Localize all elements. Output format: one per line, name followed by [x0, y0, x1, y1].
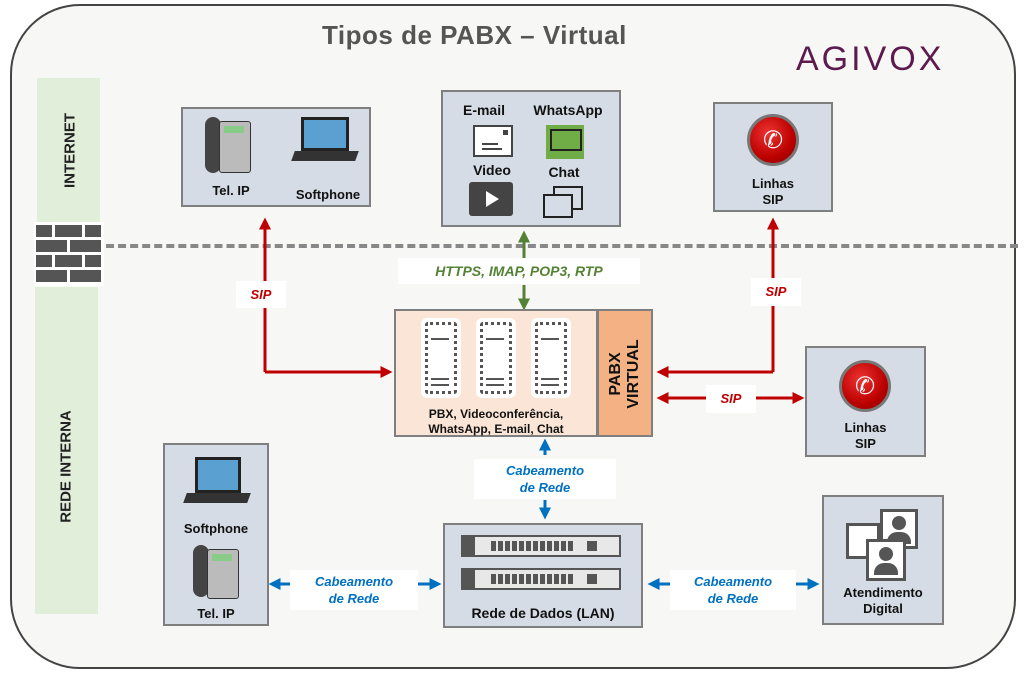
channels-box: E-mail WhatsApp Video Chat [441, 90, 621, 227]
softphone-label: Softphone [183, 521, 249, 536]
sip-lines-right-line1: Linhas [844, 420, 887, 435]
cabling-left-tag: Cabeamento de Rede [290, 570, 418, 610]
sip-right-tag: SIP [706, 385, 756, 413]
server-icon [476, 318, 516, 398]
email-icon [473, 125, 513, 157]
video-label: Video [473, 162, 511, 178]
cabling-right-tag: Cabeamento de Rede [670, 570, 796, 610]
digital-service-box: Atendimento Digital [822, 495, 944, 625]
cabling-left-line1: Cabeamento [314, 574, 394, 589]
digital-service-line2: Digital [863, 601, 903, 616]
ip-devices-internet-box: Tel. IP Softphone [181, 107, 371, 207]
phone-call-icon: ✆ [839, 360, 891, 412]
cabling-right-line1: Cabeamento [693, 574, 773, 589]
pabx-virtual-label-box: PABX VIRTUAL [597, 309, 653, 437]
cabling-top-line2: de Rede [519, 480, 571, 495]
lan-label: Rede de Dados (LAN) [471, 605, 615, 621]
sip-lines-right-label: Linhas SIP [807, 420, 924, 452]
sip-lines-label: Linhas SIP [715, 176, 831, 208]
ip-devices-internal-box: Softphone Tel. IP [163, 443, 269, 626]
ip-phone-label: Tel. IP [197, 606, 235, 621]
phone-call-icon: ✆ [747, 114, 799, 166]
laptop-softphone-icon [183, 457, 251, 509]
video-play-icon [469, 182, 513, 216]
ip-phone-icon [205, 117, 253, 175]
sip-lines-line2: SIP [762, 192, 784, 207]
ip-phone-label: Tel. IP [212, 183, 250, 198]
sip-left-tag: SIP [236, 281, 286, 308]
pabx-vertical-line1: PABX [607, 352, 624, 396]
cabling-right-line2: de Rede [707, 591, 759, 606]
pabx-virtual-box: PBX, Videoconferência, WhatsApp, E-mail,… [394, 309, 598, 437]
sip-top-right-tag: SIP [751, 278, 801, 306]
chat-label: Chat [548, 164, 580, 180]
contacts-icon [846, 509, 926, 581]
cabling-top-tag: Cabeamento de Rede [474, 459, 616, 499]
server-icon [421, 318, 461, 398]
network-switch-icon [461, 535, 621, 557]
pabx-services-label: PBX, Videoconferência, WhatsApp, E-mail,… [396, 407, 596, 437]
digital-service-label: Atendimento Digital [824, 585, 942, 617]
sip-lines-right-line2: SIP [855, 436, 876, 451]
sip-lines-internet-box: ✆ Linhas SIP [713, 102, 833, 212]
pabx-services-line2: WhatsApp, E-mail, Chat [428, 422, 564, 436]
laptop-softphone-icon [291, 117, 359, 169]
email-label: E-mail [462, 102, 505, 118]
digital-service-line1: Atendimento [843, 585, 923, 600]
lan-box: Rede de Dados (LAN) [443, 523, 643, 628]
protocols-tag: HTTPS, IMAP, POP3, RTP [398, 258, 640, 284]
chat-icon [543, 186, 583, 220]
pabx-vertical-line2: VIRTUAL [625, 339, 642, 409]
softphone-label: Softphone [295, 187, 361, 202]
pabx-services-line1: PBX, Videoconferência, [428, 407, 564, 421]
whatsapp-icon [546, 125, 584, 159]
sip-lines-line1: Linhas [752, 176, 794, 191]
whatsapp-label: WhatsApp [533, 102, 603, 118]
network-switch-icon [461, 568, 621, 590]
cabling-left-line2: de Rede [328, 591, 380, 606]
cabling-top-line1: Cabeamento [505, 463, 585, 478]
pabx-virtual-label: PABX VIRTUAL [607, 314, 643, 434]
sip-lines-right-box: ✆ Linhas SIP [805, 346, 926, 457]
ip-phone-icon [193, 545, 241, 603]
server-icon [531, 318, 571, 398]
